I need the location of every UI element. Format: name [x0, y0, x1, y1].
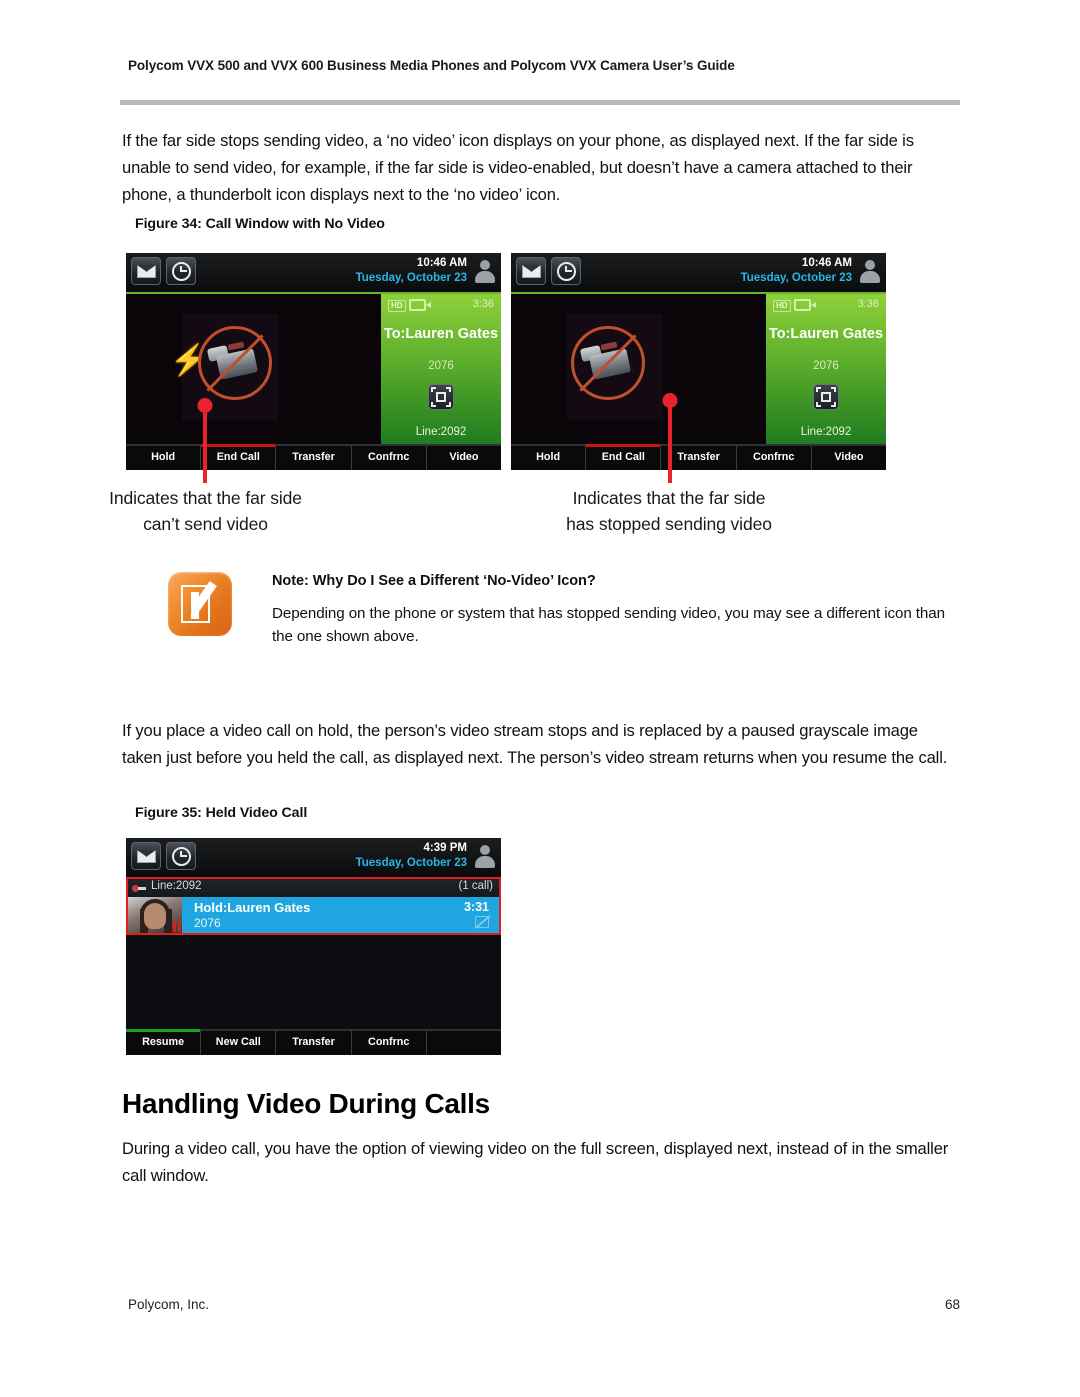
envelope-icon[interactable] [516, 257, 546, 285]
call-extension: 2076 [813, 360, 839, 372]
status-time: 10:46 AM [801, 257, 852, 269]
phone-screen-stopped-sending-video: 10:46 AM Tuesday, October 23 HD 3:36 To:… [511, 253, 886, 470]
callout-dot-left [197, 398, 213, 413]
fullscreen-icon[interactable] [428, 384, 454, 410]
hd-badge: HD [773, 300, 791, 312]
callout-line-left [197, 398, 213, 483]
video-camera-icon [409, 299, 431, 311]
softkey-video[interactable]: Video [812, 446, 886, 470]
highlight-outline [126, 877, 501, 935]
far-side-video-pane: ⚡ [126, 294, 381, 446]
phone-call-area: HD 3:36 To:Lauren Gates 2076 Line:2092 [511, 294, 886, 446]
line-label: Line:2092 [800, 426, 852, 438]
phone-calls-list: Line:2092 (1 call) Hold:Lauren Gates 207… [126, 877, 501, 1029]
envelope-icon[interactable] [131, 842, 161, 870]
line-label: Line:2092 [415, 426, 467, 438]
figure-34-caption: Figure 34: Call Window with No Video [135, 216, 385, 232]
fullscreen-icon[interactable] [813, 384, 839, 410]
hd-badge: HD [388, 300, 406, 312]
footer-page-number: 68 [944, 1297, 960, 1312]
note-body: Depending on the phone or system that ha… [272, 605, 945, 645]
clock-icon[interactable] [551, 257, 581, 285]
phone-screen-held-video-call: 4:39 PM Tuesday, October 23 Line:2092 (1… [126, 838, 501, 1055]
softkey-confrnc[interactable]: Confrnc [352, 1031, 427, 1055]
softkey-bar: Resume New Call Transfer Confrnc [126, 1029, 501, 1055]
softkey-confrnc[interactable]: Confrnc [737, 446, 812, 470]
call-extension: 2076 [428, 360, 454, 372]
footer-company: Polycom, Inc. [128, 1297, 210, 1312]
user-avatar-icon [474, 260, 496, 286]
callout-label-left: Indicates that the far side can’t send v… [109, 488, 302, 534]
softkey-end-call[interactable]: End Call [586, 444, 662, 470]
paragraph-held-call: If you place a video call on hold, the p… [122, 721, 948, 767]
phone-call-area: ⚡ HD 3:36 To:Lauren Gates 2076 Line:2092 [126, 294, 501, 446]
softkey-hold[interactable]: Hold [126, 446, 202, 470]
call-party-name: To:Lauren Gates [383, 326, 499, 342]
softkey-confrnc[interactable]: Confrnc [352, 446, 427, 470]
user-avatar-icon [474, 845, 496, 871]
status-date: Tuesday, October 23 [355, 857, 467, 869]
softkey-bar: Hold End Call Transfer Confrnc Video [126, 444, 501, 470]
document-header-title: Polycom VVX 500 and VVX 600 Business Med… [128, 58, 735, 73]
softkey-video[interactable]: Video [427, 446, 501, 470]
callout-line-right [662, 393, 678, 483]
envelope-icon[interactable] [131, 257, 161, 285]
far-side-video-pane [511, 294, 766, 446]
section-heading-handling-video: Handling Video During Calls [122, 1088, 490, 1119]
softkey-hold[interactable]: Hold [511, 446, 587, 470]
clock-icon[interactable] [166, 257, 196, 285]
paragraph-no-video: If the far side stops sending video, a ‘… [122, 131, 914, 204]
softkey-new-call[interactable]: New Call [201, 1031, 277, 1055]
figure-35-caption: Figure 35: Held Video Call [135, 805, 308, 821]
call-info-pane: HD 3:36 To:Lauren Gates 2076 Line:2092 [381, 294, 501, 446]
no-video-camera-icon [571, 326, 645, 400]
user-avatar-icon [859, 260, 881, 286]
phone-screen-cannot-send-video: 10:46 AM Tuesday, October 23 ⚡ HD 3:36 T… [126, 253, 501, 470]
softkey-resume[interactable]: Resume [126, 1029, 202, 1055]
status-time: 10:46 AM [416, 257, 467, 269]
softkey-end-call[interactable]: End Call [201, 444, 277, 470]
call-party-name: To:Lauren Gates [768, 326, 884, 342]
call-duration: 3:36 [857, 298, 879, 310]
callout-dot-right [662, 393, 678, 408]
clock-icon[interactable] [166, 842, 196, 870]
phone-status-bar: 10:46 AM Tuesday, October 23 [126, 253, 501, 294]
header-divider [120, 100, 960, 105]
paragraph-handling-video: During a video call, you have the option… [122, 1139, 949, 1185]
call-info-pane: HD 3:36 To:Lauren Gates 2076 Line:2092 [766, 294, 886, 446]
status-time: 4:39 PM [423, 842, 467, 854]
call-duration: 3:36 [472, 298, 494, 310]
document-page: Polycom VVX 500 and VVX 600 Business Med… [0, 0, 1080, 1397]
video-camera-icon [794, 299, 816, 311]
softkey-transfer[interactable]: Transfer [276, 1031, 352, 1055]
callout-label-right: Indicates that the far side has stopped … [566, 488, 772, 534]
note-pencil-icon [168, 572, 232, 636]
status-date: Tuesday, October 23 [355, 272, 467, 284]
softkey-empty[interactable] [427, 1031, 501, 1055]
status-date: Tuesday, October 23 [740, 272, 852, 284]
phone-status-bar: 4:39 PM Tuesday, October 23 [126, 838, 501, 877]
no-video-camera-icon [198, 326, 272, 400]
softkey-bar: Hold End Call Transfer Confrnc Video [511, 444, 886, 470]
softkey-transfer[interactable]: Transfer [661, 446, 737, 470]
phone-status-bar: 10:46 AM Tuesday, October 23 [511, 253, 886, 294]
softkey-transfer[interactable]: Transfer [276, 446, 352, 470]
note-title: Note: Why Do I See a Different ‘No-Video… [272, 573, 596, 589]
